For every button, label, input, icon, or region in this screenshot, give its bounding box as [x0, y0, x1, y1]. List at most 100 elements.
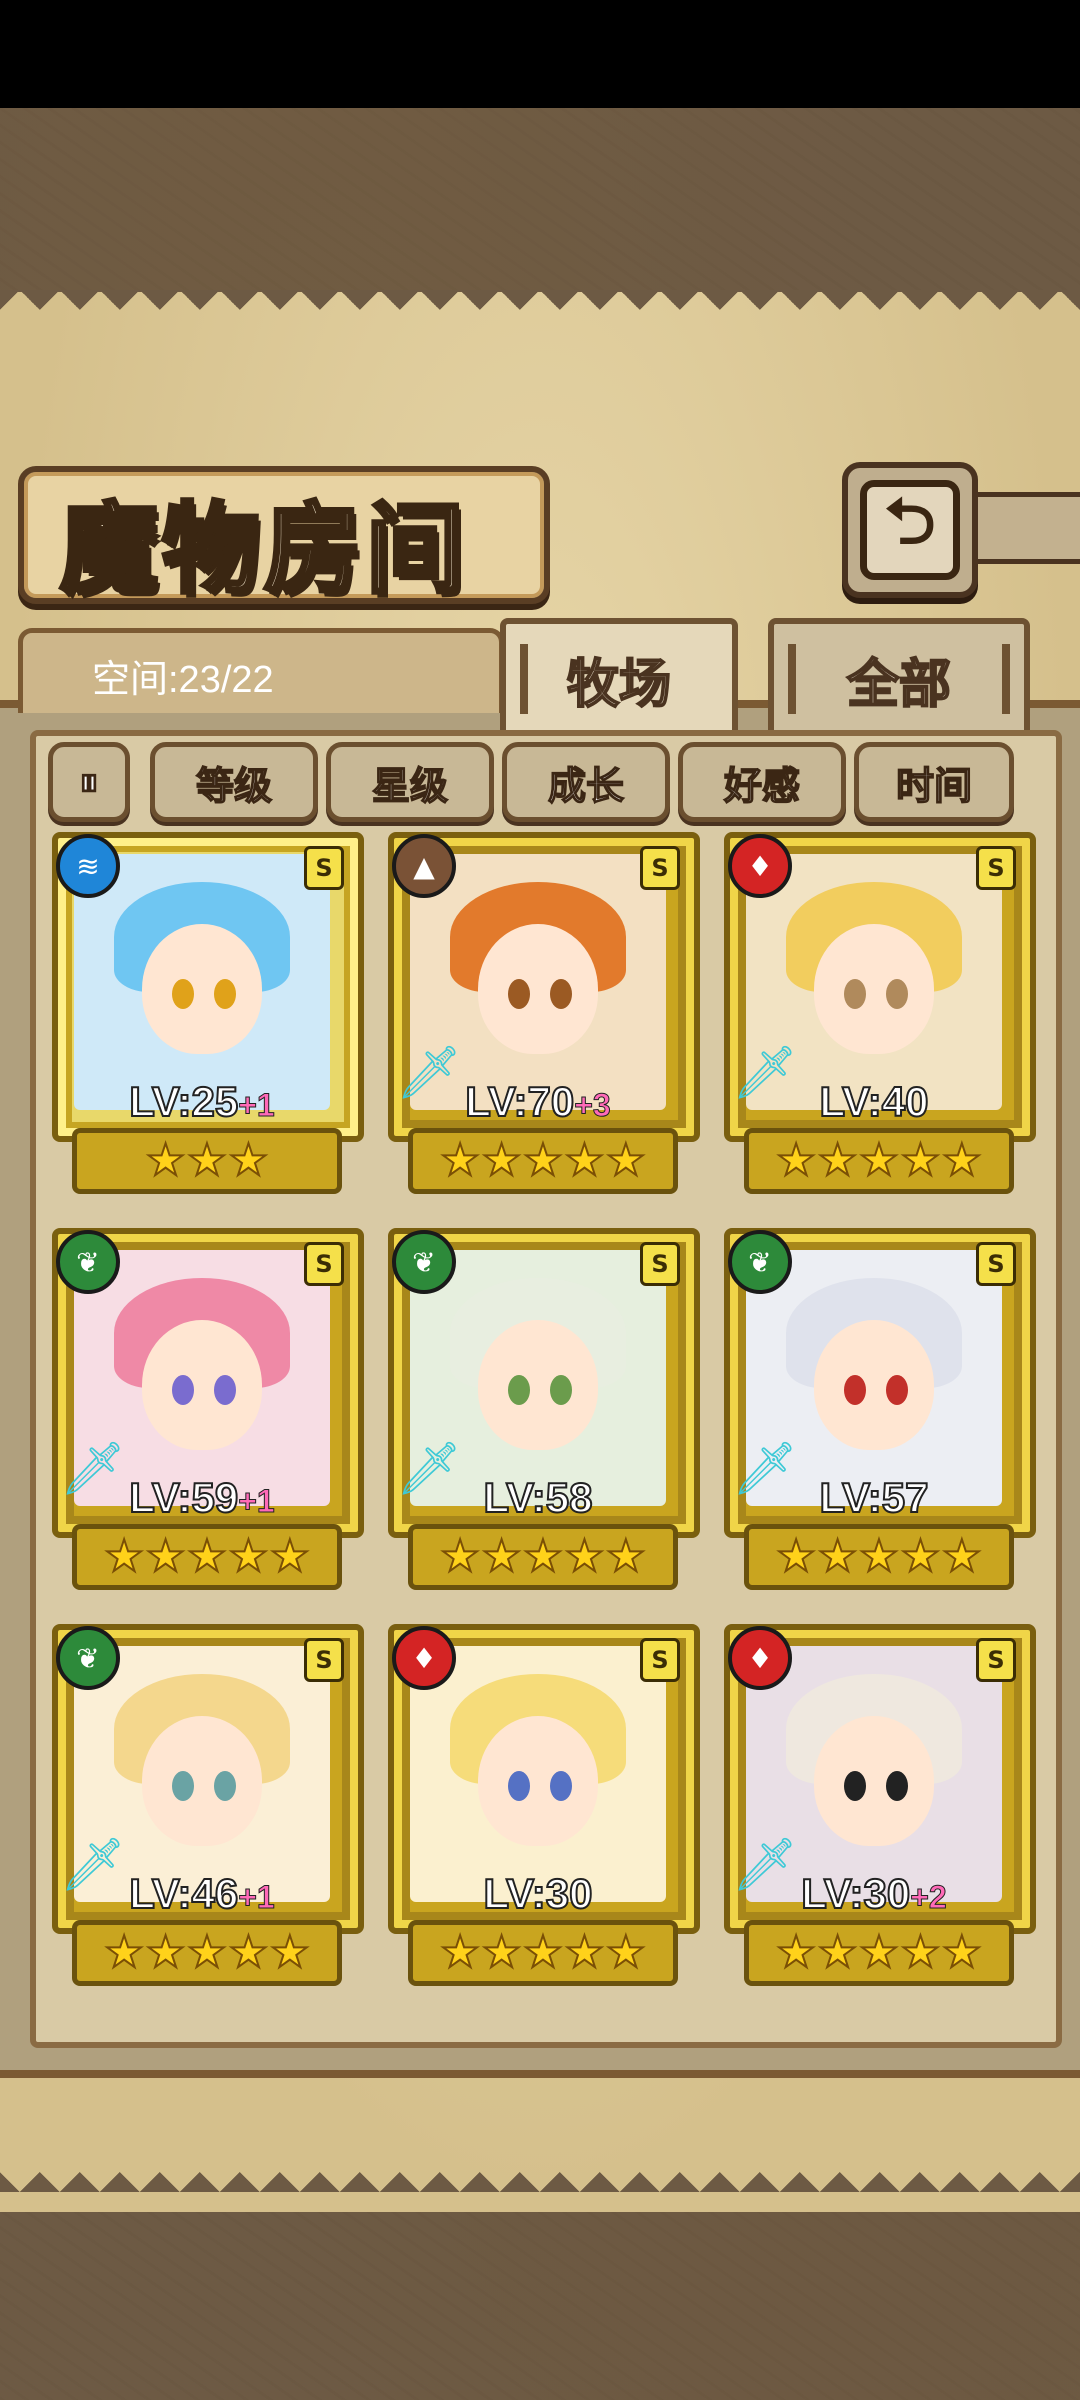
- level-value: LV:46: [128, 1869, 239, 1918]
- filter-label: 好感: [723, 763, 801, 809]
- star-icon: ★: [605, 1135, 646, 1186]
- portrait-eye: [886, 1771, 908, 1801]
- star-icon: ★: [775, 1927, 816, 1978]
- rank-badge: S: [976, 846, 1016, 890]
- star-icon: ★: [481, 1135, 522, 1186]
- star-icon: ★: [858, 1927, 899, 1978]
- back-button[interactable]: ⮌: [842, 462, 978, 598]
- monster-card[interactable]: ≋ S LV:25+1 ★ ★ ★: [52, 832, 364, 1194]
- portrait-face: [142, 1716, 262, 1846]
- portrait-face: [478, 924, 598, 1054]
- star-icon: ★: [775, 1531, 816, 1582]
- level-label: LV:30+2: [724, 1869, 1024, 1918]
- level-bonus: +1: [238, 1087, 275, 1124]
- portrait-eye: [886, 1375, 908, 1405]
- level-bonus: +3: [574, 1087, 611, 1124]
- portrait-eye: [508, 979, 530, 1009]
- monster-card[interactable]: ❦S🗡LV:57★★★★★: [724, 1228, 1036, 1590]
- star-icon: ★: [858, 1135, 899, 1186]
- star-icon: ★: [564, 1531, 605, 1582]
- back-arrow-icon: ⮌: [860, 480, 960, 580]
- filter-label: 星级: [371, 763, 449, 809]
- space-capacity: 空间:23/22: [92, 659, 274, 701]
- star-icon: ★: [900, 1135, 941, 1186]
- fire-element-icon: ♦: [728, 834, 792, 898]
- star-icon: ★: [439, 1927, 480, 1978]
- filter-star-button[interactable]: 星级: [326, 742, 494, 822]
- star-icon: ★: [186, 1135, 227, 1186]
- portrait-eye: [508, 1771, 530, 1801]
- level-label: LV:40: [724, 1077, 1024, 1126]
- portrait-face: [814, 1716, 934, 1846]
- monster-card[interactable]: ▲S🗡LV:70+3★★★★★: [388, 832, 700, 1194]
- level-bonus: +1: [238, 1879, 275, 1916]
- filter-label: 等级: [195, 763, 273, 809]
- portrait-face: [478, 1320, 598, 1450]
- level-value: LV:58: [483, 1473, 594, 1522]
- star-icon: ★: [817, 1135, 858, 1186]
- monster-card[interactable]: ♦S🗡LV:30+2★★★★★: [724, 1624, 1036, 1986]
- level-label: LV:70+3: [388, 1077, 688, 1126]
- star-rating: ★ ★ ★ ★ ★: [72, 1920, 342, 1986]
- star-icon: ★: [817, 1927, 858, 1978]
- portrait-face: [142, 1320, 262, 1450]
- level-bonus: +2: [910, 1879, 947, 1916]
- torn-edge-bottom: [0, 2172, 1080, 2212]
- monster-card[interactable]: ♦ S LV:30 ★ ★ ★ ★ ★: [388, 1624, 700, 1986]
- star-rating: ★ ★ ★ ★ ★: [72, 1524, 342, 1590]
- level-value: LV:59: [128, 1473, 239, 1522]
- earth-element-icon: ▲: [392, 834, 456, 898]
- filter-label: 成长: [547, 763, 625, 809]
- star-icon: ★: [481, 1927, 522, 1978]
- portrait-eye: [214, 979, 236, 1009]
- filter-time-button[interactable]: 时间: [854, 742, 1014, 822]
- tab-label: 全部: [846, 654, 952, 716]
- level-value: LV:30: [483, 1869, 594, 1918]
- star-icon: ★: [564, 1135, 605, 1186]
- star-icon: ★: [941, 1135, 982, 1186]
- star-icon: ★: [900, 1531, 941, 1582]
- sort-order-toggle[interactable]: ⏸: [48, 742, 130, 822]
- star-icon: ★: [145, 1135, 186, 1186]
- monster-card[interactable]: ❦S🗡LV:46+1★★★★★: [52, 1624, 364, 1986]
- portrait-eye: [172, 1771, 194, 1801]
- monster-card[interactable]: ❦S🗡LV:58★★★★★: [388, 1228, 700, 1590]
- nature-element-icon: ❦: [56, 1626, 120, 1690]
- star-rating: ★ ★ ★ ★ ★: [408, 1524, 678, 1590]
- star-icon: ★: [103, 1531, 144, 1582]
- tab-pasture[interactable]: 牧场: [500, 618, 738, 734]
- nature-element-icon: ❦: [392, 1230, 456, 1294]
- star-icon: ★: [817, 1531, 858, 1582]
- level-value: LV:40: [819, 1077, 930, 1126]
- monster-portrait: [74, 854, 330, 1110]
- page-title: 魔物房间: [58, 490, 469, 609]
- back-button-rail: [966, 492, 1080, 564]
- rank-badge: S: [304, 846, 344, 890]
- star-rating: ★ ★ ★ ★ ★: [744, 1920, 1014, 1986]
- torn-edge-top: [0, 290, 1080, 330]
- level-label: LV:30: [388, 1869, 688, 1918]
- portrait-eye: [214, 1375, 236, 1405]
- monster-card[interactable]: ❦S🗡LV:59+1★★★★★: [52, 1228, 364, 1590]
- star-icon: ★: [605, 1531, 646, 1582]
- nature-element-icon: ❦: [728, 1230, 792, 1294]
- star-icon: ★: [269, 1927, 310, 1978]
- level-value: LV:57: [819, 1473, 930, 1522]
- star-icon: ★: [228, 1135, 269, 1186]
- fire-element-icon: ♦: [728, 1626, 792, 1690]
- monster-card[interactable]: ♦S🗡LV:40★★★★★: [724, 832, 1036, 1194]
- portrait-face: [814, 924, 934, 1054]
- star-icon: ★: [605, 1927, 646, 1978]
- tab-all[interactable]: 全部: [768, 618, 1030, 734]
- star-icon: ★: [269, 1531, 310, 1582]
- rank-badge: S: [304, 1638, 344, 1682]
- filter-level-button[interactable]: 等级: [150, 742, 318, 822]
- star-rating: ★ ★ ★ ★ ★: [408, 1920, 678, 1986]
- star-icon: ★: [858, 1531, 899, 1582]
- star-icon: ★: [900, 1927, 941, 1978]
- level-label: LV:58: [388, 1473, 688, 1522]
- filter-growth-button[interactable]: 成长: [502, 742, 670, 822]
- filter-affection-button[interactable]: 好感: [678, 742, 846, 822]
- star-icon: ★: [145, 1927, 186, 1978]
- level-label: LV:46+1: [52, 1869, 352, 1918]
